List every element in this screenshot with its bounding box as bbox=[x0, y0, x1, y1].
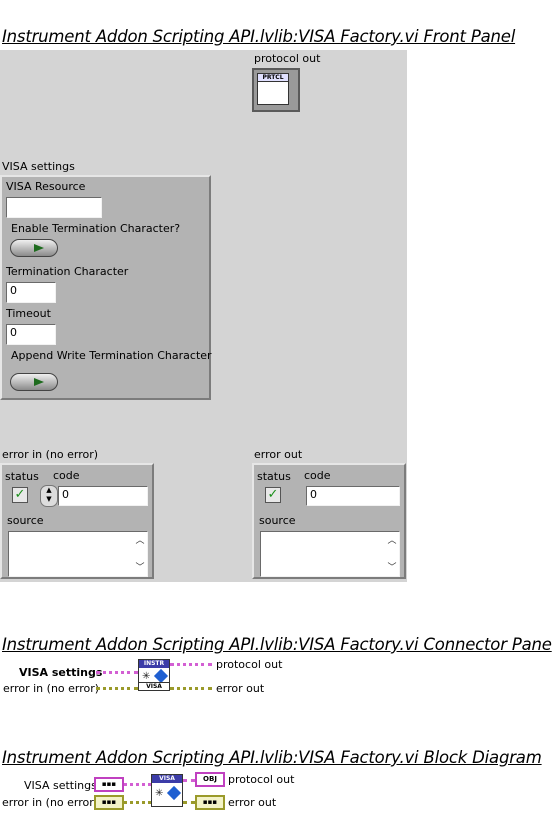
bd-wire-visa-settings bbox=[124, 783, 151, 786]
toggle-led-icon bbox=[34, 378, 44, 386]
visa-settings-label: VISA settings bbox=[2, 160, 75, 173]
bd-wire-error-out bbox=[183, 801, 195, 804]
protocol-out-label: protocol out bbox=[254, 52, 321, 65]
cp-icon-top: INSTR bbox=[139, 660, 169, 668]
bd-output-protocol-out-label: protocol out bbox=[228, 773, 295, 786]
error-in-source-label: source bbox=[7, 514, 44, 527]
append-write-label: Append Write Termination Character bbox=[11, 349, 212, 362]
visa-resource-label: VISA Resource bbox=[6, 180, 86, 193]
scroll-up-icon[interactable]: ︿ bbox=[386, 533, 398, 546]
error-out-status-label: status bbox=[257, 470, 291, 483]
protocol-out-indicator[interactable]: PRTCL bbox=[252, 68, 300, 112]
append-write-toggle[interactable] bbox=[10, 373, 58, 391]
error-in-code-label: code bbox=[53, 469, 80, 482]
bd-visa-settings-terminal[interactable]: ▪▪▪ bbox=[94, 777, 124, 792]
error-in-scrollbar[interactable]: ︿ ﹀ bbox=[134, 533, 146, 575]
cp-wire-visa-settings bbox=[96, 671, 138, 674]
bd-cube-icon bbox=[166, 785, 182, 801]
cp-star-icon: ✳ bbox=[142, 671, 151, 682]
cp-wire-protocol-out bbox=[170, 663, 212, 666]
error-out-scrollbar[interactable]: ︿ ﹀ bbox=[386, 533, 398, 575]
cp-input-visa-settings: VISA settings bbox=[19, 666, 103, 679]
error-in-status-label: status bbox=[5, 470, 39, 483]
timeout-field[interactable]: 0 bbox=[6, 324, 56, 345]
error-out-status-check-icon: ✓ bbox=[265, 487, 281, 503]
error-out-source-label: source bbox=[259, 514, 296, 527]
scroll-down-icon[interactable]: ﹀ bbox=[134, 560, 146, 573]
enable-term-toggle[interactable] bbox=[10, 239, 58, 257]
visa-resource-field[interactable] bbox=[6, 197, 102, 218]
bd-error-out-terminal[interactable]: ▪▪▪ bbox=[195, 795, 225, 810]
bd-node-top: VISA bbox=[152, 775, 182, 783]
cp-output-error-out: error out bbox=[216, 682, 265, 695]
connector-pane-heading: Instrument Addon Scripting API.lvlib:VIS… bbox=[2, 635, 552, 654]
error-in-code-stepper[interactable]: ▲ ▼ bbox=[40, 485, 58, 507]
cp-input-error-in: error in (no error) bbox=[3, 682, 100, 695]
cp-wire-error-in bbox=[96, 687, 138, 690]
bd-output-error-out-label: error out bbox=[228, 796, 277, 809]
cp-wire-error-out bbox=[170, 687, 212, 690]
cp-cube-icon bbox=[153, 668, 169, 684]
error-out-code-field: 0 bbox=[306, 486, 400, 506]
timeout-label: Timeout bbox=[6, 307, 51, 320]
error-in-label: error in (no error) bbox=[2, 448, 99, 461]
bd-wire-protocol-out bbox=[183, 779, 195, 782]
bd-visa-factory-node[interactable]: VISA ✳ bbox=[151, 774, 183, 807]
bd-star-icon: ✳ bbox=[155, 788, 164, 799]
toggle-led-icon bbox=[34, 244, 44, 252]
cp-output-protocol-out: protocol out bbox=[216, 658, 283, 671]
error-in-source-field[interactable]: ︿ ﹀ bbox=[8, 531, 148, 577]
scroll-up-icon[interactable]: ︿ bbox=[134, 533, 146, 546]
cp-vi-icon[interactable]: INSTR ✳ VISA bbox=[138, 659, 170, 691]
term-char-label: Termination Character bbox=[6, 265, 129, 278]
error-out-source-field[interactable]: ︿ ﹀ bbox=[260, 531, 400, 577]
bd-error-in-terminal[interactable]: ▪▪▪ bbox=[94, 795, 124, 810]
protocol-icon: PRTCL bbox=[257, 73, 289, 105]
scroll-down-icon[interactable]: ﹀ bbox=[386, 560, 398, 573]
bd-input-visa-settings-label: VISA settings bbox=[24, 779, 97, 792]
protocol-icon-text: PRTCL bbox=[258, 74, 288, 82]
block-diagram-heading: Instrument Addon Scripting API.lvlib:VIS… bbox=[2, 748, 542, 767]
error-in-status-check-icon[interactable]: ✓ bbox=[12, 487, 28, 503]
bd-input-error-in-label: error in (no error) bbox=[2, 796, 99, 809]
error-out-label: error out bbox=[254, 448, 303, 461]
error-out-code-label: code bbox=[304, 469, 331, 482]
term-char-field[interactable]: 0 bbox=[6, 282, 56, 303]
bd-wire-error-in bbox=[124, 801, 151, 804]
cp-icon-bottom: VISA bbox=[139, 682, 169, 690]
bd-protocol-out-terminal[interactable]: OBJ bbox=[195, 772, 225, 787]
error-in-code-field[interactable]: 0 bbox=[58, 486, 148, 506]
enable-term-label: Enable Termination Character? bbox=[11, 222, 181, 235]
front-panel-heading: Instrument Addon Scripting API.lvlib:VIS… bbox=[2, 27, 516, 46]
